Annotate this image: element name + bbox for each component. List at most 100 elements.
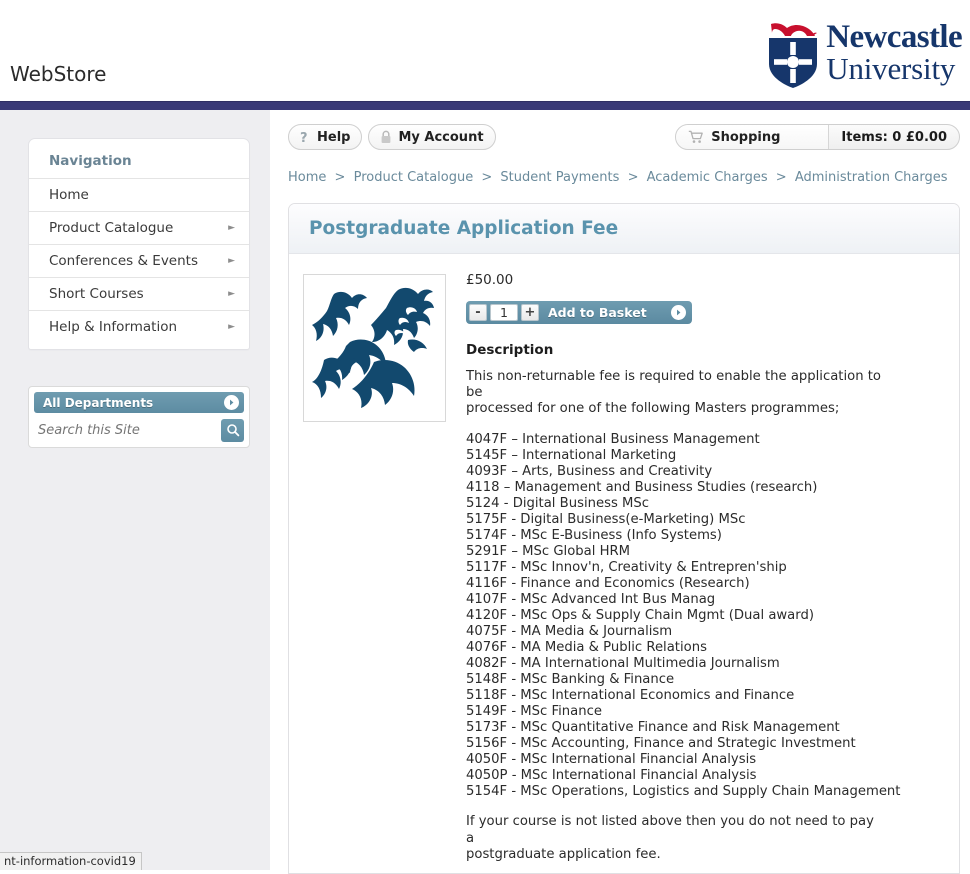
page-title: Postgraduate Application Fee bbox=[309, 218, 619, 239]
quantity-decrement-button[interactable]: - bbox=[469, 304, 487, 321]
add-to-basket-arrow[interactable] bbox=[671, 301, 692, 324]
help-label: Help bbox=[317, 129, 351, 145]
status-bar-url: nt-information-covid19 bbox=[0, 852, 142, 870]
navigation-panel: Navigation Home Product Catalogue ► Conf… bbox=[28, 138, 250, 350]
breadcrumb: Home > Product Catalogue > Student Payme… bbox=[288, 170, 960, 185]
chevron-right-circle-icon bbox=[224, 395, 239, 410]
course-list: 4047F – International Business Managemen… bbox=[466, 432, 943, 801]
description-intro-line: This non-returnable fee is required to e… bbox=[466, 369, 881, 401]
product-image bbox=[303, 274, 446, 422]
list-item: 4107F - MSc Advanced Int Bus Manag bbox=[466, 592, 716, 608]
all-departments-label: All Departments bbox=[43, 395, 154, 410]
university-logo[interactable]: Newcastle University bbox=[767, 19, 963, 90]
university-crest-icon bbox=[769, 23, 818, 88]
sidebar-item-label: Help & Information bbox=[49, 319, 178, 335]
sidebar-item-conferences-events[interactable]: Conferences & Events ► bbox=[29, 245, 249, 278]
breadcrumb-separator: > bbox=[775, 170, 787, 185]
breadcrumb-separator: > bbox=[334, 170, 346, 185]
list-item: 5175F - Digital Business(e-Marketing) MS… bbox=[466, 511, 746, 527]
product-info: £50.00 - 1 + Add to Basket Description T… bbox=[446, 272, 943, 863]
description-intro-line: processed for one of the following Maste… bbox=[466, 401, 840, 417]
product-panel: Postgraduate Application Fee £50.00 - 1 … bbox=[288, 203, 960, 874]
list-item: 4075F - MA Media & Journalism bbox=[466, 624, 673, 640]
list-item: 5117F - MSc Innov'n, Creativity & Entrep… bbox=[466, 559, 787, 575]
sidebar-item-label: Product Catalogue bbox=[49, 220, 174, 236]
list-item: 4118 – Management and Business Studies (… bbox=[466, 479, 818, 495]
quantity-increment-button[interactable]: + bbox=[521, 304, 539, 321]
list-item: 4116F - Finance and Economics (Research) bbox=[466, 575, 750, 591]
breadcrumb-item-administration-charges[interactable]: Administration Charges bbox=[795, 170, 948, 185]
search-panel: All Departments bbox=[28, 386, 250, 448]
all-departments-dropdown[interactable]: All Departments bbox=[34, 392, 244, 413]
logo-line-university: University bbox=[826, 50, 956, 86]
search-button[interactable] bbox=[221, 418, 244, 442]
search-icon bbox=[226, 424, 239, 437]
main-content: ? Help My Account Shopping Items: 0 £0.0… bbox=[270, 110, 970, 874]
list-item: 5149F - MSc Finance bbox=[466, 704, 602, 720]
logo-line-newcastle: Newcastle bbox=[826, 19, 962, 55]
top-toolbar: ? Help My Account Shopping Items: 0 £0.0… bbox=[288, 124, 960, 150]
sidebar-item-help-information[interactable]: Help & Information ► bbox=[29, 311, 249, 343]
logo-wordmark: Newcastle University bbox=[826, 19, 962, 86]
chevron-right-icon: ► bbox=[228, 288, 235, 299]
breadcrumb-item-student-payments[interactable]: Student Payments bbox=[500, 170, 619, 185]
svg-text:?: ? bbox=[300, 131, 308, 144]
product-price: £50.00 bbox=[466, 272, 514, 288]
list-item: 5173F - MSc Quantitative Finance and Ris… bbox=[466, 720, 840, 736]
header-nav-band bbox=[0, 101, 970, 110]
product-body: £50.00 - 1 + Add to Basket Description T… bbox=[289, 254, 959, 873]
help-button[interactable]: ? Help bbox=[288, 124, 363, 150]
chevron-right-icon: ► bbox=[228, 321, 235, 332]
list-item: 5145F – International Marketing bbox=[466, 447, 677, 463]
basket-group: Shopping Items: 0 £0.00 bbox=[675, 124, 960, 150]
list-item: 4050P - MSc International Financial Anal… bbox=[466, 768, 757, 784]
sidebar-item-short-courses[interactable]: Short Courses ► bbox=[29, 278, 249, 311]
breadcrumb-item-product-catalogue[interactable]: Product Catalogue bbox=[354, 170, 474, 185]
breadcrumb-item-home[interactable]: Home bbox=[288, 170, 326, 185]
my-account-label: My Account bbox=[398, 129, 484, 145]
product-titlebar: Postgraduate Application Fee bbox=[289, 204, 959, 254]
description-footer-line: postgraduate application fee. bbox=[466, 846, 661, 862]
description-intro: This non-returnable fee is required to e… bbox=[466, 369, 886, 418]
heraldic-lion-icon bbox=[312, 287, 434, 408]
breadcrumb-item-academic-charges[interactable]: Academic Charges bbox=[647, 170, 768, 185]
breadcrumb-separator: > bbox=[481, 170, 493, 185]
shopping-label: Shopping bbox=[711, 129, 781, 145]
chevron-right-icon: ► bbox=[228, 222, 235, 233]
sidebar-item-label: Short Courses bbox=[49, 286, 144, 302]
list-item: 5148F - MSc Banking & Finance bbox=[466, 672, 675, 688]
add-to-basket-control: - 1 + Add to Basket bbox=[466, 301, 692, 324]
description-footer: If your course is not listed above then … bbox=[466, 814, 876, 863]
list-item: 4050F - MSc International Financial Anal… bbox=[466, 752, 757, 768]
quantity-value[interactable]: 1 bbox=[490, 304, 518, 321]
list-item: 4120F - MSc Ops & Supply Chain Mgmt (Dua… bbox=[466, 608, 814, 624]
sidebar-item-product-catalogue[interactable]: Product Catalogue ► bbox=[29, 212, 249, 245]
sidebar-item-label: Conferences & Events bbox=[49, 253, 198, 269]
page-body: Navigation Home Product Catalogue ► Conf… bbox=[0, 110, 970, 874]
list-item: 5156F - MSc Accounting, Finance and Stra… bbox=[466, 736, 856, 752]
my-account-button[interactable]: My Account bbox=[368, 124, 496, 150]
sidebar-item-home[interactable]: Home bbox=[29, 179, 249, 212]
navigation-list: Home Product Catalogue ► Conferences & E… bbox=[29, 178, 249, 343]
shopping-button[interactable]: Shopping bbox=[676, 125, 830, 149]
list-item: 4082F - MA International Multimedia Jour… bbox=[466, 656, 780, 672]
chevron-right-circle-icon bbox=[671, 305, 686, 320]
list-item: 5174F - MSc E-Business (Info Systems) bbox=[466, 527, 722, 543]
search-input[interactable] bbox=[34, 421, 221, 439]
shopping-cart-icon bbox=[689, 130, 704, 143]
list-item: 4076F - MA Media & Public Relations bbox=[466, 640, 707, 656]
add-to-basket-button[interactable]: Add to Basket bbox=[539, 301, 671, 324]
sidebar: Navigation Home Product Catalogue ► Conf… bbox=[0, 110, 270, 870]
sidebar-item-label: Home bbox=[49, 187, 89, 203]
padlock-icon bbox=[382, 130, 391, 143]
list-item: 4047F – International Business Managemen… bbox=[466, 431, 760, 447]
list-item: 5291F – MSc Global HRM bbox=[466, 543, 631, 559]
page-header: WebStore Newcastle University bbox=[0, 0, 970, 101]
breadcrumb-separator: > bbox=[627, 170, 639, 185]
list-item: 5124 - Digital Business MSc bbox=[466, 495, 650, 511]
site-title: WebStore bbox=[10, 62, 107, 86]
list-item: 4093F – Arts, Business and Creativity bbox=[466, 463, 713, 479]
description-footer-line: If your course is not listed above then … bbox=[466, 814, 874, 846]
chevron-right-icon: ► bbox=[228, 255, 235, 266]
basket-items-total: Items: 0 £0.00 bbox=[841, 129, 947, 145]
